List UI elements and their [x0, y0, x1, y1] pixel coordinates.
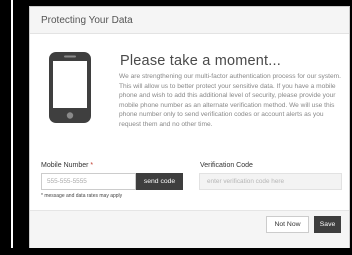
send-code-button[interactable]: send code [136, 173, 183, 190]
mobile-number-label-text: Mobile Number [41, 162, 89, 169]
mobile-number-input[interactable]: 555-555-5555 [41, 173, 136, 190]
background-stripe [11, 0, 13, 255]
background-left [0, 0, 19, 255]
modal-heading: Please take a moment... [120, 53, 281, 69]
verification-code-input[interactable]: enter verification code here [199, 173, 342, 190]
mobile-phone-icon [49, 52, 91, 123]
mobile-number-label: Mobile Number * [41, 162, 93, 169]
modal-title: Protecting Your Data [41, 15, 133, 26]
modal-footer: Not Now Save [30, 210, 349, 248]
mobile-number-placeholder: 555-555-5555 [47, 178, 87, 185]
modal-header: Protecting Your Data [30, 7, 349, 34]
background-bottom [0, 248, 352, 255]
rates-disclaimer: * message and data rates may apply [41, 193, 123, 199]
save-button[interactable]: Save [314, 216, 341, 233]
verification-code-placeholder: enter verification code here [207, 178, 285, 185]
verification-code-label: Verification Code [200, 162, 253, 169]
not-now-button[interactable]: Not Now [266, 216, 309, 233]
required-marker: * [90, 162, 94, 169]
modal-description: We are strengthening our multi-factor au… [119, 73, 341, 128]
protecting-data-modal: Protecting Your Data Please take a momen… [29, 6, 350, 248]
